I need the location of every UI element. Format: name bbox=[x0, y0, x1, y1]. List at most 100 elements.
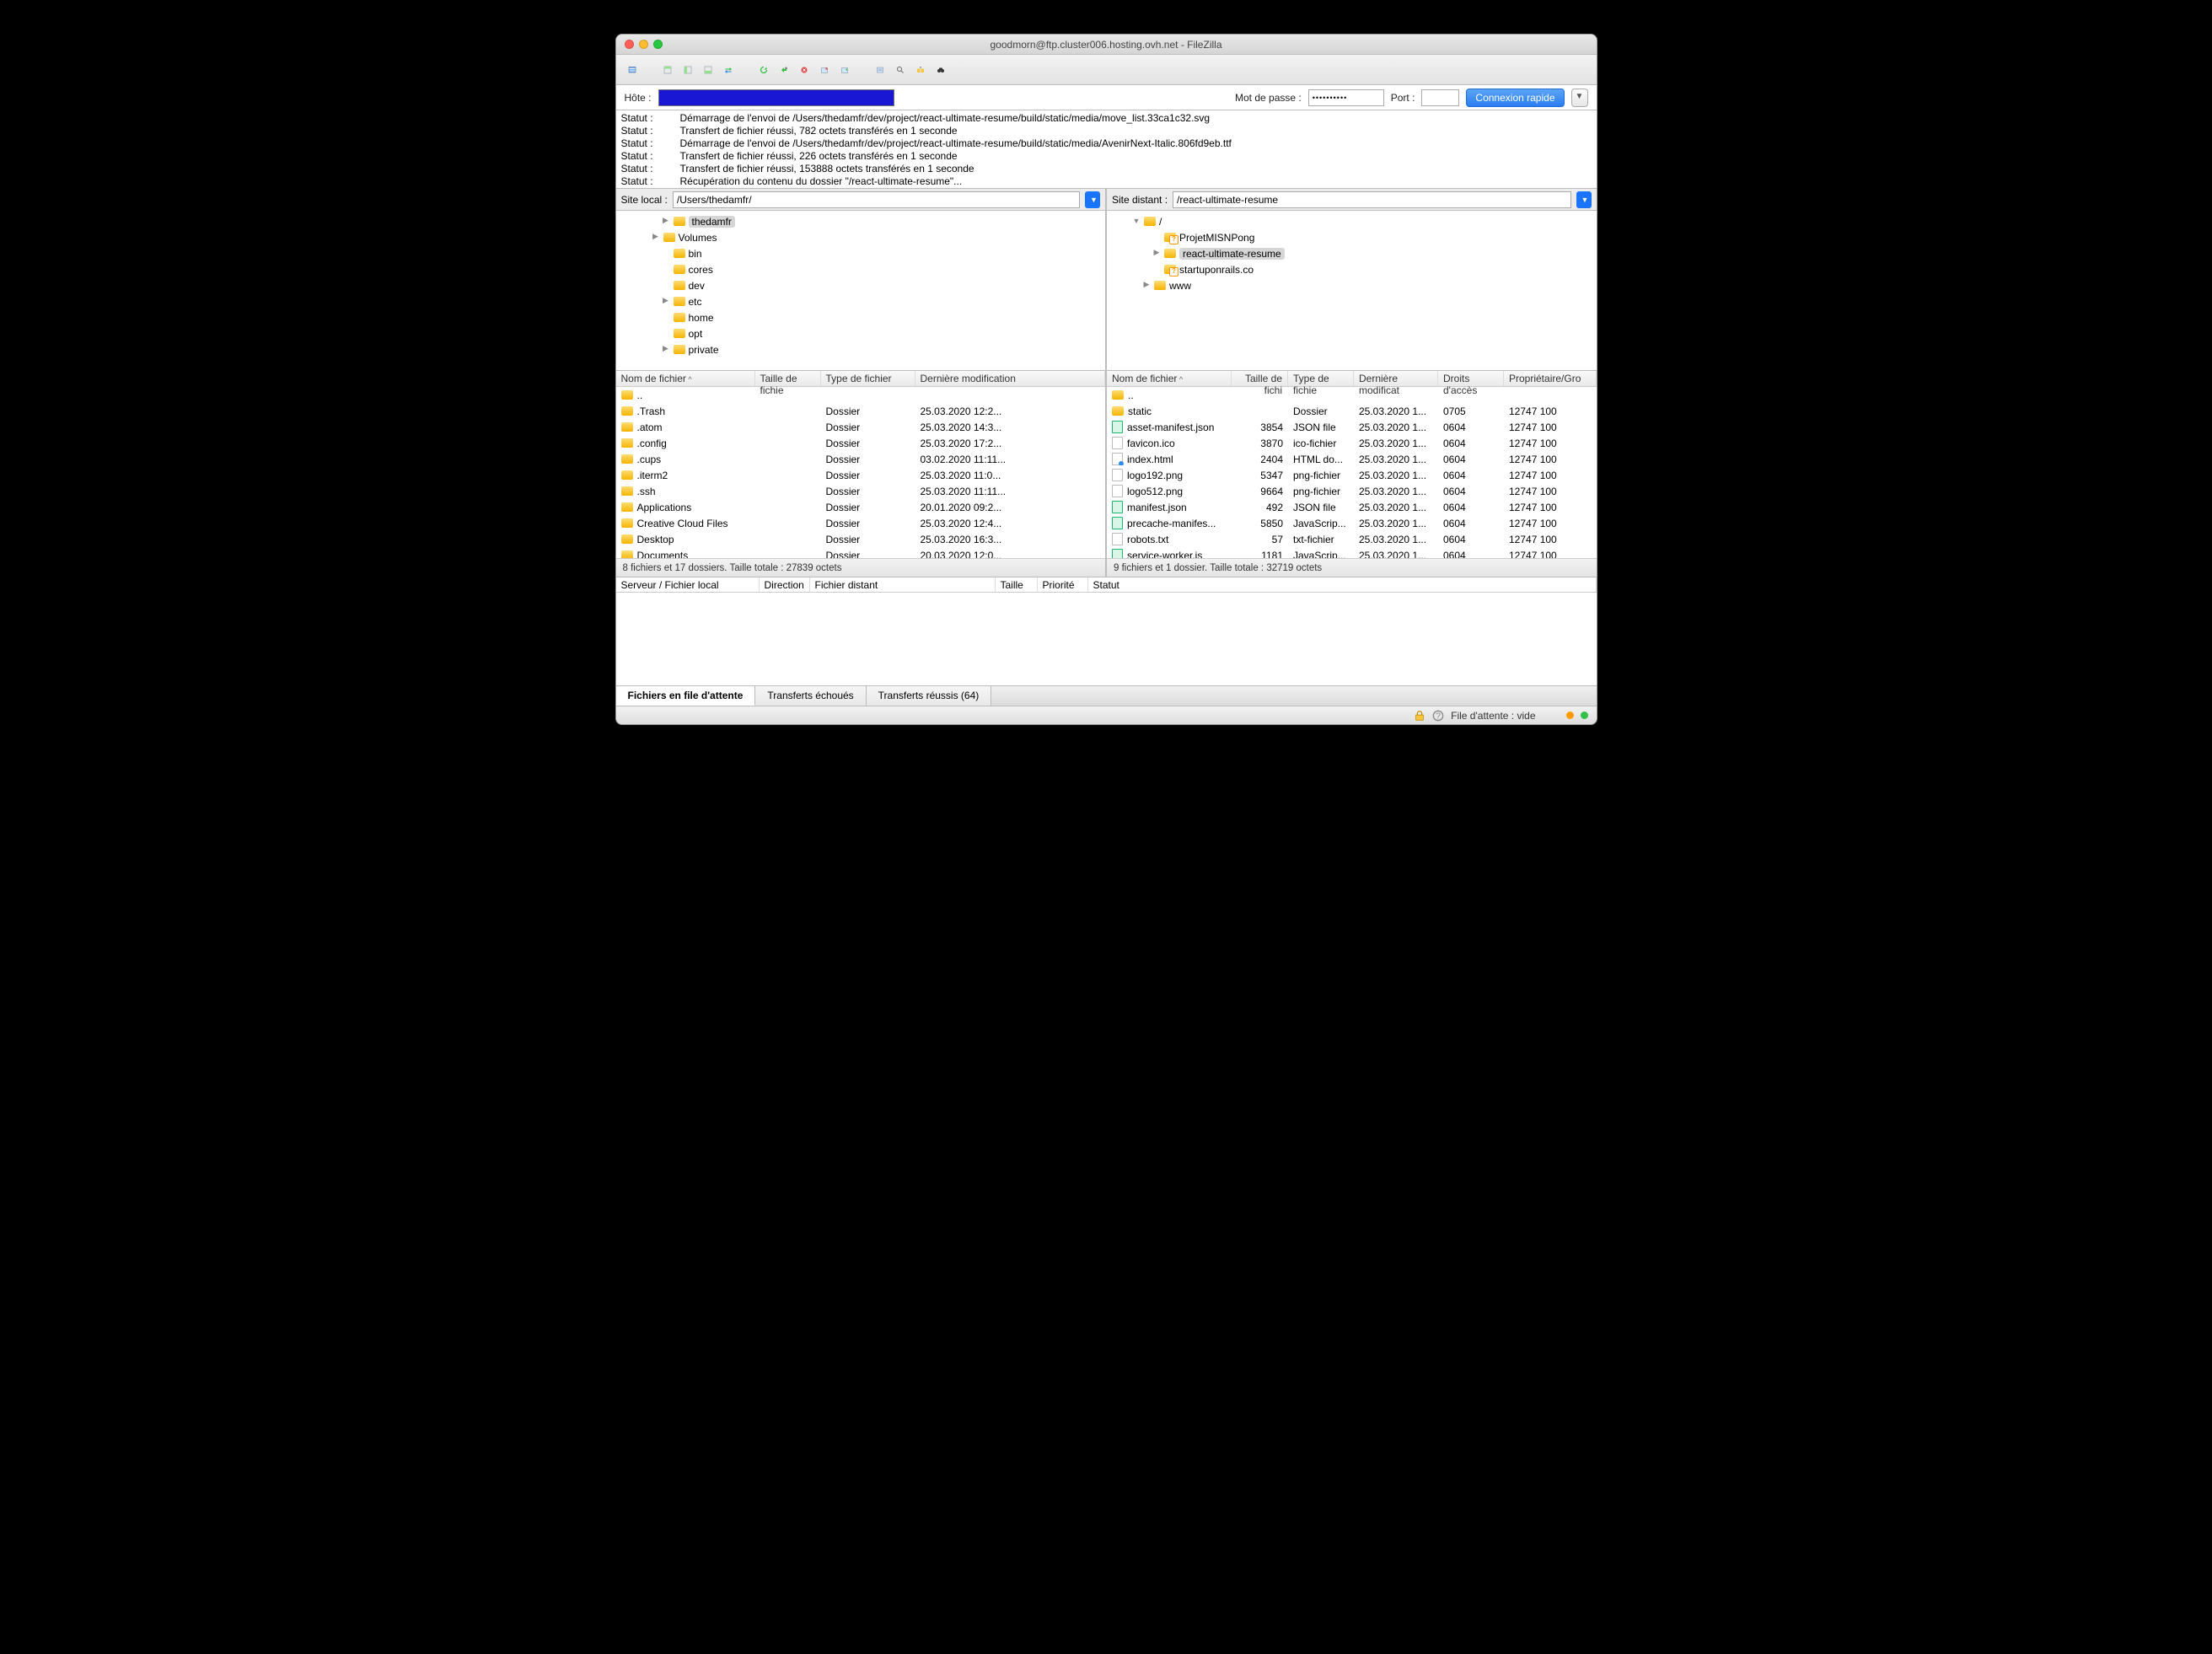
list-item[interactable]: service-worker.js1181JavaScrip...25.03.2… bbox=[1107, 547, 1597, 558]
tree-item[interactable]: home bbox=[616, 309, 1106, 325]
toolbar bbox=[616, 55, 1597, 85]
queue-header[interactable]: Serveur / Fichier local Direction Fichie… bbox=[616, 577, 1597, 593]
activity-led-1 bbox=[1566, 712, 1574, 719]
list-item[interactable]: Creative Cloud FilesDossier25.03.2020 12… bbox=[616, 515, 1106, 531]
tab-queued[interactable]: Fichiers en file d'attente bbox=[616, 685, 756, 706]
local-col-type[interactable]: Type de fichier bbox=[821, 371, 915, 386]
remote-path-dropdown[interactable]: ▼ bbox=[1576, 191, 1592, 208]
lock-icon[interactable] bbox=[1414, 710, 1425, 722]
remote-file-list[interactable]: ..staticDossier25.03.2020 1...070512747 … bbox=[1107, 387, 1597, 558]
message-log[interactable]: Statut :Démarrage de l'envoi de /Users/t… bbox=[616, 110, 1597, 189]
tree-item[interactable]: ProjetMISNPong bbox=[1107, 229, 1597, 245]
folder-icon bbox=[674, 281, 685, 290]
reconnect-button[interactable] bbox=[835, 61, 854, 79]
refresh-button[interactable] bbox=[754, 61, 773, 79]
folder-icon bbox=[621, 422, 633, 432]
remote-col-name[interactable]: Nom de fichier bbox=[1107, 371, 1232, 386]
local-path-dropdown[interactable]: ▼ bbox=[1085, 191, 1100, 208]
cancel-button[interactable] bbox=[795, 61, 813, 79]
folder-icon bbox=[621, 390, 633, 400]
list-item[interactable]: .configDossier25.03.2020 17:2... bbox=[616, 435, 1106, 451]
queue-list[interactable] bbox=[616, 593, 1597, 685]
password-input[interactable] bbox=[1308, 89, 1384, 106]
tab-failed[interactable]: Transferts échoués bbox=[755, 685, 866, 706]
tree-item[interactable]: ▶www bbox=[1107, 277, 1597, 293]
list-item[interactable]: .. bbox=[1107, 387, 1597, 403]
folder-icon bbox=[674, 297, 685, 306]
remote-list-header[interactable]: Nom de fichier Taille de fichi Type de f… bbox=[1107, 371, 1597, 387]
tree-item[interactable]: bin bbox=[616, 245, 1106, 261]
tree-item[interactable]: ▶Volumes bbox=[616, 229, 1106, 245]
list-item[interactable]: index.html2404HTML do...25.03.2020 1...0… bbox=[1107, 451, 1597, 467]
list-item[interactable]: DesktopDossier25.03.2020 16:3... bbox=[616, 531, 1106, 547]
help-icon[interactable]: ? bbox=[1432, 710, 1444, 722]
port-input[interactable] bbox=[1421, 89, 1459, 106]
toggle-tree-button[interactable] bbox=[679, 61, 697, 79]
filter-button[interactable] bbox=[871, 61, 889, 79]
remote-col-owner[interactable]: Propriétaire/Gro bbox=[1504, 371, 1597, 386]
process-queue-button[interactable] bbox=[775, 61, 793, 79]
host-input[interactable] bbox=[658, 89, 894, 106]
list-item[interactable]: logo192.png5347png-fichier25.03.2020 1..… bbox=[1107, 467, 1597, 483]
toggle-sync-button[interactable] bbox=[719, 61, 738, 79]
tree-item[interactable]: ▶etc bbox=[616, 293, 1106, 309]
list-item[interactable]: ApplicationsDossier20.01.2020 09:2... bbox=[616, 499, 1106, 515]
tree-item[interactable]: ▼/ bbox=[1107, 213, 1597, 229]
list-item[interactable]: .sshDossier25.03.2020 11:11... bbox=[616, 483, 1106, 499]
remote-path-input[interactable] bbox=[1173, 191, 1570, 208]
list-item[interactable]: .TrashDossier25.03.2020 12:2... bbox=[616, 403, 1106, 419]
local-col-size[interactable]: Taille de fichie bbox=[755, 371, 821, 386]
tree-item[interactable]: ▶react-ultimate-resume bbox=[1107, 245, 1597, 261]
list-item[interactable]: DocumentsDossier20.03.2020 12:0... bbox=[616, 547, 1106, 558]
local-col-date[interactable]: Dernière modification bbox=[915, 371, 1106, 386]
disconnect-button[interactable] bbox=[815, 61, 834, 79]
remote-col-type[interactable]: Type de fichie bbox=[1288, 371, 1354, 386]
compare-button[interactable] bbox=[911, 61, 930, 79]
list-item[interactable]: .. bbox=[616, 387, 1106, 403]
binoculars-button[interactable] bbox=[932, 61, 950, 79]
folder-icon bbox=[1164, 233, 1176, 242]
remote-col-perm[interactable]: Droits d'accès bbox=[1438, 371, 1504, 386]
local-tree[interactable]: ▶thedamfr▶Volumesbincoresdev▶etchomeopt▶… bbox=[616, 211, 1106, 371]
local-file-list[interactable]: ...TrashDossier25.03.2020 12:2....atomDo… bbox=[616, 387, 1106, 558]
list-item[interactable]: precache-manifes...5850JavaScrip...25.03… bbox=[1107, 515, 1597, 531]
quick-connect-dropdown[interactable]: ▼ bbox=[1571, 89, 1588, 107]
tree-item[interactable]: startuponrails.co bbox=[1107, 261, 1597, 277]
folder-icon bbox=[621, 534, 633, 544]
remote-col-date[interactable]: Dernière modificat bbox=[1354, 371, 1438, 386]
folder-icon bbox=[621, 518, 633, 528]
list-item[interactable]: favicon.ico3870ico-fichier25.03.2020 1..… bbox=[1107, 435, 1597, 451]
local-path-input[interactable] bbox=[673, 191, 1080, 208]
tree-item[interactable]: ▶thedamfr bbox=[616, 213, 1106, 229]
tree-item[interactable]: ▶private bbox=[616, 341, 1106, 357]
folder-icon bbox=[621, 470, 633, 480]
tree-item[interactable]: cores bbox=[616, 261, 1106, 277]
local-list-header[interactable]: Nom de fichier Taille de fichie Type de … bbox=[616, 371, 1106, 387]
titlebar: goodmorn@ftp.cluster006.hosting.ovh.net … bbox=[616, 35, 1597, 55]
local-col-name[interactable]: Nom de fichier bbox=[616, 371, 755, 386]
tree-item[interactable]: opt bbox=[616, 325, 1106, 341]
file-icon bbox=[1112, 469, 1123, 481]
search-button[interactable] bbox=[891, 61, 910, 79]
list-item[interactable]: robots.txt57txt-fichier25.03.2020 1...06… bbox=[1107, 531, 1597, 547]
toggle-queue-button[interactable] bbox=[699, 61, 717, 79]
file-icon bbox=[1112, 437, 1123, 449]
quick-connect-button[interactable]: Connexion rapide bbox=[1466, 89, 1564, 107]
remote-col-size[interactable]: Taille de fichi bbox=[1232, 371, 1288, 386]
list-item[interactable]: asset-manifest.json3854JSON file25.03.20… bbox=[1107, 419, 1597, 435]
folder-icon bbox=[621, 550, 633, 558]
list-item[interactable]: staticDossier25.03.2020 1...070512747 10… bbox=[1107, 403, 1597, 419]
list-item[interactable]: manifest.json492JSON file25.03.2020 1...… bbox=[1107, 499, 1597, 515]
site-manager-button[interactable] bbox=[623, 61, 642, 79]
list-item[interactable]: .atomDossier25.03.2020 14:3... bbox=[616, 419, 1106, 435]
tree-item[interactable]: dev bbox=[616, 277, 1106, 293]
folder-icon bbox=[674, 249, 685, 258]
tab-success[interactable]: Transferts réussis (64) bbox=[867, 685, 992, 706]
toggle-log-button[interactable] bbox=[658, 61, 677, 79]
list-item[interactable]: .cupsDossier03.02.2020 11:11... bbox=[616, 451, 1106, 467]
port-label: Port : bbox=[1391, 92, 1415, 104]
remote-tree[interactable]: ▼/ProjetMISNPong▶react-ultimate-resumest… bbox=[1107, 211, 1597, 371]
list-item[interactable]: .iterm2Dossier25.03.2020 11:0... bbox=[616, 467, 1106, 483]
list-item[interactable]: logo512.png9664png-fichier25.03.2020 1..… bbox=[1107, 483, 1597, 499]
folder-icon bbox=[674, 217, 685, 226]
